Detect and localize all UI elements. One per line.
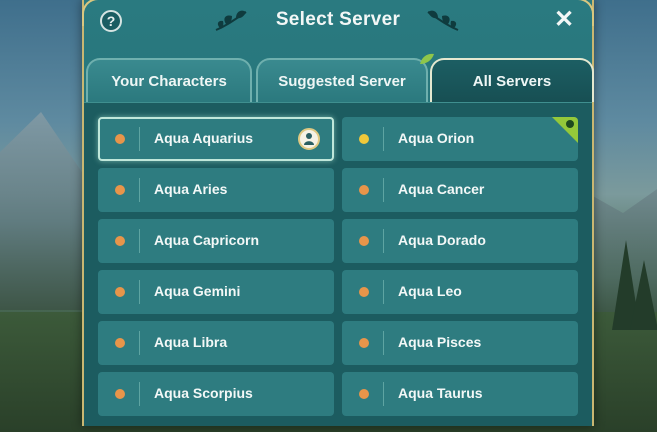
divider [383, 178, 384, 202]
server-item[interactable]: Aqua Orion [342, 117, 578, 161]
status-dot-icon [115, 389, 125, 399]
panel-header: ? Select Server ✕ [84, 0, 592, 44]
divider [139, 331, 140, 355]
server-name: Aqua Dorado [398, 232, 486, 248]
server-item[interactable]: Aqua Gemini [98, 270, 334, 314]
leaf-icon [420, 53, 434, 64]
new-server-badge-icon [552, 117, 578, 143]
divider [139, 178, 140, 202]
status-dot-icon [115, 287, 125, 297]
server-item[interactable]: Aqua Libra [98, 321, 334, 365]
status-dot-icon [359, 236, 369, 246]
server-item[interactable]: Aqua Aquarius [98, 117, 334, 161]
server-item[interactable]: Aqua Leo [342, 270, 578, 314]
server-item[interactable]: Aqua Taurus [342, 372, 578, 416]
close-button[interactable]: ✕ [552, 8, 576, 32]
status-dot-icon [115, 236, 125, 246]
divider [139, 280, 140, 304]
server-name: Aqua Libra [154, 334, 228, 350]
server-tabs: Your Characters Suggested Server All Ser… [84, 53, 594, 102]
divider [139, 229, 140, 253]
character-icon [298, 128, 320, 150]
status-dot-icon [359, 287, 369, 297]
status-dot-icon [359, 389, 369, 399]
divider [139, 382, 140, 406]
status-dot-icon [359, 185, 369, 195]
game-scene: ? Select Server ✕ Your Characters Sugges… [0, 0, 657, 432]
status-dot-icon [115, 185, 125, 195]
server-name: Aqua Orion [398, 130, 475, 146]
tab-label: All Servers [472, 72, 552, 90]
divider [383, 382, 384, 406]
divider [139, 127, 140, 151]
server-name: Aqua Aquarius [154, 130, 254, 146]
server-item[interactable]: Aqua Scorpius [98, 372, 334, 416]
server-item[interactable]: Aqua Dorado [342, 219, 578, 263]
server-list[interactable]: Aqua Aquarius Aqua Orion Aqua Aries Aqua… [84, 102, 592, 426]
server-name: Aqua Gemini [154, 283, 241, 299]
divider [383, 229, 384, 253]
divider [383, 127, 384, 151]
status-dot-icon [115, 134, 125, 144]
page-title: Select Server [275, 9, 401, 30]
status-dot-icon [359, 134, 369, 144]
server-name: Aqua Capricorn [154, 232, 260, 248]
divider [383, 280, 384, 304]
tab-label: Suggested Server [278, 72, 406, 90]
status-dot-icon [115, 338, 125, 348]
server-name: Aqua Cancer [398, 181, 485, 197]
server-item[interactable]: Aqua Capricorn [98, 219, 334, 263]
server-item[interactable]: Aqua Cancer [342, 168, 578, 212]
server-name: Aqua Pisces [398, 334, 482, 350]
tab-your-characters[interactable]: Your Characters [86, 58, 252, 102]
server-name: Aqua Scorpius [154, 385, 253, 401]
tab-suggested-server[interactable]: Suggested Server [256, 58, 428, 102]
server-name: Aqua Taurus [398, 385, 483, 401]
tab-all-servers[interactable]: All Servers [430, 58, 594, 102]
select-server-panel: ? Select Server ✕ Your Characters Sugges… [82, 0, 594, 426]
server-name: Aqua Leo [398, 283, 462, 299]
server-name: Aqua Aries [154, 181, 228, 197]
server-item[interactable]: Aqua Aries [98, 168, 334, 212]
server-item[interactable]: Aqua Pisces [342, 321, 578, 365]
tab-label: Your Characters [111, 72, 227, 90]
leaf-ornament-icon [427, 10, 459, 31]
status-dot-icon [359, 338, 369, 348]
divider [383, 331, 384, 355]
